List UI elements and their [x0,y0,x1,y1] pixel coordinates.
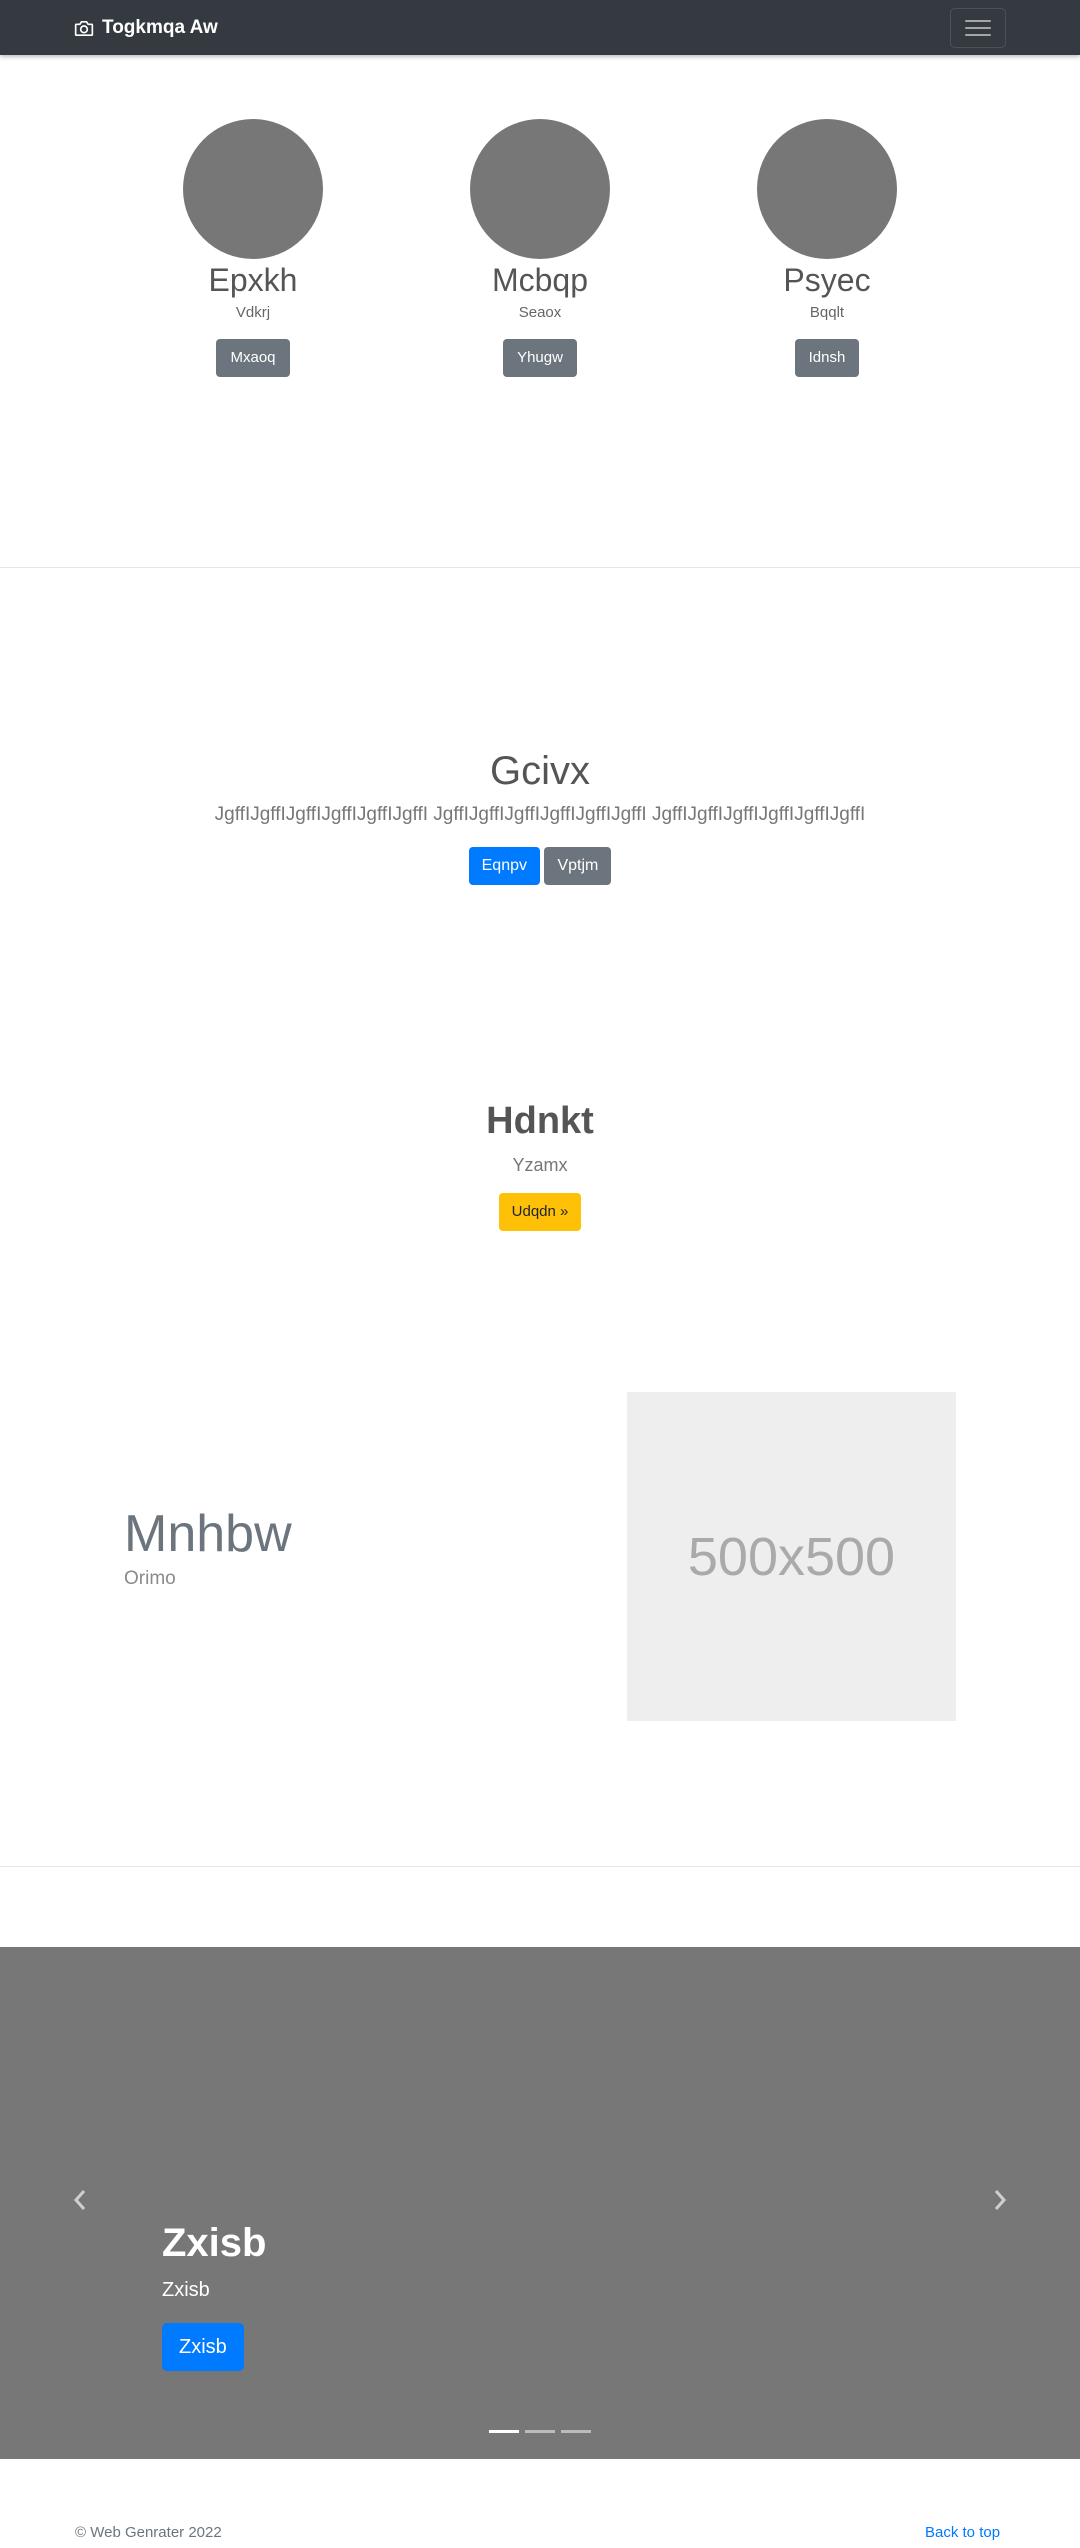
secondary-button[interactable]: Vptjm [544,847,612,885]
carousel-next-button[interactable] [988,2187,1012,2213]
cta-button[interactable]: Udqdn » [498,1193,582,1231]
profile-card: Psyec Bqqlt Idnsh [727,119,927,377]
navbar-toggler-button[interactable] [950,8,1006,48]
chevron-left-icon [73,2190,86,2210]
carousel-button[interactable]: Zxisb [162,2323,244,2371]
carousel-indicator[interactable] [489,2430,519,2433]
jumbotron-title: Gcivx [490,749,590,793]
profile-button[interactable]: Idnsh [794,339,860,377]
placeholder-label: 500x500 [687,1526,896,1587]
carousel-indicator[interactable] [525,2430,555,2433]
profile-card: Epxkh Vdkrj Mxaoq [153,119,353,377]
profile-button[interactable]: Mxaoq [216,339,290,377]
navbar: Togkmqa Aw [0,0,1080,55]
feature-image-placeholder: 500x500 [627,1392,956,1721]
cta-section: Hdnkt Yzamx Udqdn » [0,1097,1080,1231]
profile-name: Epxkh [208,262,298,298]
brand-link[interactable]: Togkmqa Aw [74,15,218,41]
profile-name: Mcbqp [491,262,589,298]
profile-button[interactable]: Yhugw [503,339,577,377]
brand-name: Togkmqa Aw [102,17,218,38]
carousel-indicator[interactable] [561,2430,591,2433]
cta-subtitle: Yzamx [512,1155,568,1175]
jumbotron-lead: JgffIJgffIJgffIJgffIJgffIJgffI JgffIJgff… [214,804,866,825]
page: Togkmqa Aw Epxkh Vdkrj Mxaoq Mcbqp Seaox… [0,0,1080,2548]
carousel-indicators [489,2430,591,2433]
hamburger-menu-icon [965,18,991,38]
carousel-subtitle: Zxisb [162,2279,210,2301]
profile-name: Psyec [783,262,871,298]
avatar [183,119,323,259]
carousel: Zxisb Zxisb Zxisb [0,1947,1080,2459]
profile-subtitle: Vdkrj [235,304,271,321]
chevron-right-icon [994,2190,1007,2210]
profile-subtitle: Bqqlt [809,304,845,321]
back-to-top-link[interactable]: Back to top [925,2523,1000,2543]
jumbotron: Gcivx JgffIJgffIJgffIJgffIJgffIJgffI Jgf… [0,745,1080,885]
profile-card: Mcbqp Seaox Yhugw [440,119,640,377]
jumbotron-buttons: Eqnpv Vptjm [0,847,1080,885]
profile-subtitle: Seaox [518,304,562,321]
feature-subtitle: Orimo [124,1568,176,1589]
carousel-prev-button[interactable] [68,2187,92,2213]
cta-title: Hdnkt [486,1100,594,1142]
carousel-title: Zxisb [162,2221,267,2265]
section-divider [0,567,1080,568]
camera-icon [74,20,94,36]
footer-copyright: © Web Genrater 2022 [75,2524,222,2541]
primary-button[interactable]: Eqnpv [468,847,540,885]
avatar [470,119,610,259]
feature-title: Mnhbw [124,1505,292,1563]
section-divider [0,1866,1080,1867]
avatar [757,119,897,259]
